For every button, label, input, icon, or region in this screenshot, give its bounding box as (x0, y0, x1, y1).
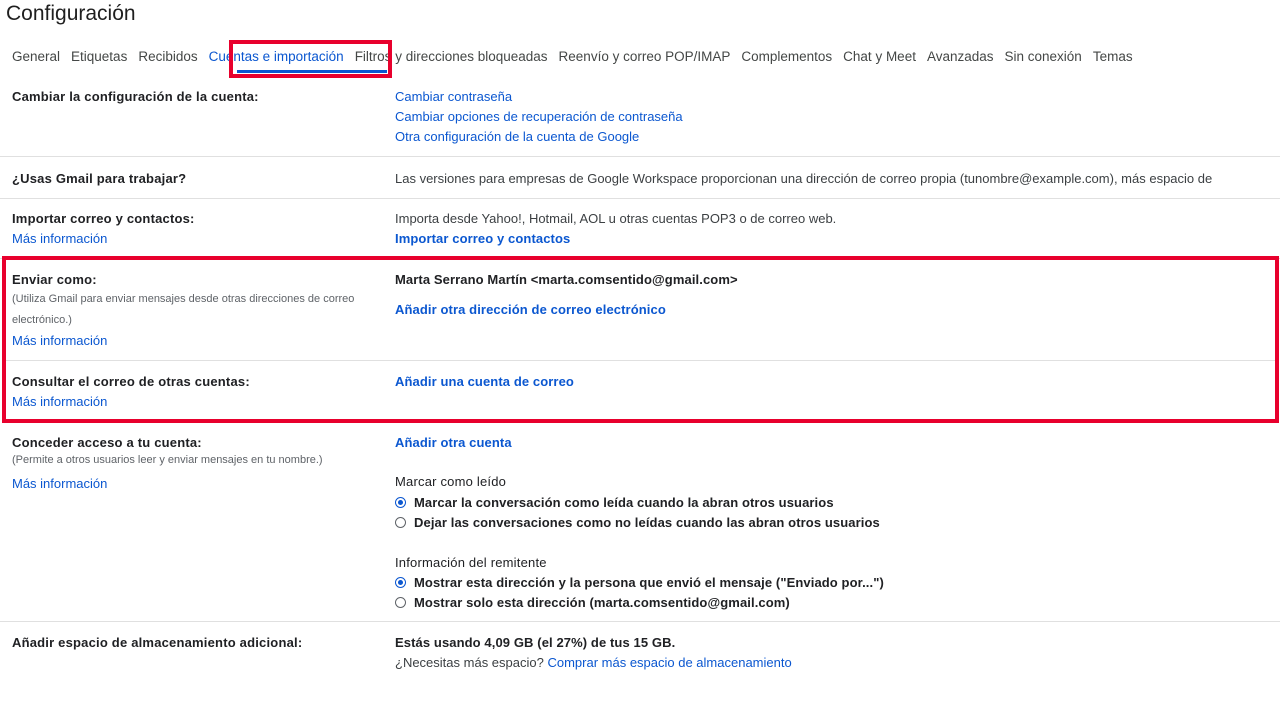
tab-chat-meet[interactable]: Chat y Meet (843, 49, 916, 64)
tab-advanced[interactable]: Avanzadas (927, 49, 994, 64)
import-more-info-link[interactable]: Más información (12, 231, 107, 246)
grant-access-description: (Permite a otros usuarios leer y enviar … (12, 454, 323, 466)
workspace-promo-text: Las versiones para empresas de Google Wo… (395, 171, 1213, 186)
radio-unselected-icon[interactable] (395, 517, 406, 528)
tab-offline[interactable]: Sin conexión (1005, 49, 1082, 64)
tab-filters[interactable]: Filtros y direcciones bloqueadas (355, 49, 548, 64)
divider (0, 258, 1280, 259)
change-password-link[interactable]: Cambiar contraseña (395, 89, 512, 104)
google-account-settings-link[interactable]: Otra configuración de la cuenta de Googl… (395, 129, 639, 144)
tab-accounts-import[interactable]: Cuentas e importación (209, 49, 344, 64)
tab-addons[interactable]: Complementos (741, 49, 832, 64)
page-title: Configuración (6, 2, 136, 25)
radio-unselected-icon[interactable] (395, 597, 406, 608)
divider (6, 360, 1276, 361)
send-as-description: (Utiliza Gmail para enviar mensajes desd… (12, 293, 355, 326)
divider (0, 156, 1280, 157)
grant-access-label: Conceder acceso a tu cuenta: (12, 435, 202, 450)
radio-selected-icon[interactable] (395, 497, 406, 508)
radio-label: Mostrar solo esta dirección (marta.comse… (414, 595, 790, 610)
sender-info-option-address-only[interactable]: Mostrar solo esta dirección (marta.comse… (395, 595, 790, 610)
storage-question: ¿Necesitas más espacio? (395, 655, 544, 670)
tab-general[interactable]: General (12, 49, 60, 64)
mark-read-option-read[interactable]: Marcar la conversación como leída cuando… (395, 495, 834, 510)
send-as-more-info-link[interactable]: Más información (12, 333, 107, 348)
tab-inbox[interactable]: Recibidos (138, 49, 197, 64)
grant-access-more-info-link[interactable]: Más información (12, 476, 107, 491)
radio-selected-icon[interactable] (395, 577, 406, 588)
send-as-label: Enviar como: (12, 272, 97, 287)
sender-info-heading: Información del remitente (395, 555, 547, 570)
gmail-work-label: ¿Usas Gmail para trabajar? (12, 171, 187, 186)
tab-forwarding[interactable]: Reenvío y correo POP/IMAP (559, 49, 731, 64)
mark-read-option-unread[interactable]: Dejar las conversaciones como no leídas … (395, 515, 880, 530)
settings-tabs: General Etiquetas Recibidos Cuentas e impor… (12, 49, 1280, 65)
import-label: Importar correo y contactos: (12, 211, 195, 226)
add-email-address-link[interactable]: Añadir otra dirección de correo electrón… (395, 302, 666, 317)
import-description: Importa desde Yahoo!, Hotmail, AOL u otr… (395, 211, 837, 226)
sender-info-option-both[interactable]: Mostrar esta dirección y la persona que … (395, 575, 884, 590)
check-mail-more-info-link[interactable]: Más información (12, 394, 107, 409)
buy-storage-link[interactable]: Comprar más espacio de almacenamiento (547, 655, 791, 670)
add-another-account-link[interactable]: Añadir otra cuenta (395, 435, 512, 450)
divider (0, 198, 1280, 199)
add-mail-account-link[interactable]: Añadir una cuenta de correo (395, 374, 574, 389)
mark-read-heading: Marcar como leído (395, 474, 507, 489)
storage-label: Añadir espacio de almacenamiento adicion… (12, 635, 303, 650)
send-as-identity: Marta Serrano Martín <marta.comsentido@g… (395, 272, 738, 287)
account-settings-label: Cambiar la configuración de la cuenta: (12, 89, 259, 104)
divider (0, 621, 1280, 622)
storage-upsell: ¿Necesitas más espacio? Comprar más espa… (395, 655, 792, 670)
tab-labels[interactable]: Etiquetas (71, 49, 127, 64)
active-tab-indicator (237, 70, 387, 73)
storage-usage: Estás usando 4,09 GB (el 27%) de tus 15 … (395, 635, 676, 650)
radio-label: Marcar la conversación como leída cuando… (414, 495, 834, 510)
tab-themes[interactable]: Temas (1093, 49, 1133, 64)
change-recovery-link[interactable]: Cambiar opciones de recuperación de cont… (395, 109, 683, 124)
import-mail-contacts-link[interactable]: Importar correo y contactos (395, 231, 570, 246)
check-mail-label: Consultar el correo de otras cuentas: (12, 374, 250, 389)
radio-label: Mostrar esta dirección y la persona que … (414, 575, 884, 590)
radio-label: Dejar las conversaciones como no leídas … (414, 515, 880, 530)
